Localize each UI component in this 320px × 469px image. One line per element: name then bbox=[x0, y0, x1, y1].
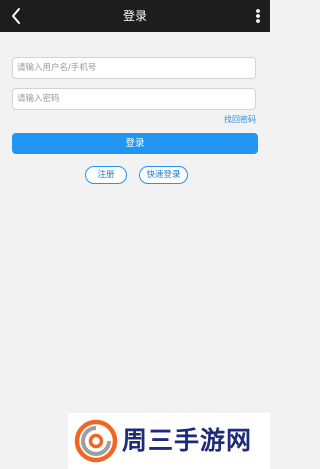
login-button[interactable]: 登录 bbox=[12, 133, 258, 154]
top-bar: 登录 bbox=[0, 0, 270, 32]
password-input[interactable] bbox=[12, 88, 256, 110]
more-vertical-icon bbox=[256, 9, 260, 23]
register-button[interactable]: 注册 bbox=[85, 166, 127, 184]
page-title: 登录 bbox=[122, 9, 147, 23]
forgot-password-link[interactable]: 找回密码 bbox=[224, 114, 256, 125]
more-button[interactable] bbox=[250, 3, 266, 29]
watermark-text: 周三手游网 bbox=[122, 426, 253, 455]
quick-login-button[interactable]: 快速登录 bbox=[139, 166, 188, 184]
watermark-logo-icon bbox=[74, 419, 118, 463]
watermark: 周三手游网 bbox=[68, 413, 270, 469]
username-input[interactable] bbox=[12, 57, 256, 79]
